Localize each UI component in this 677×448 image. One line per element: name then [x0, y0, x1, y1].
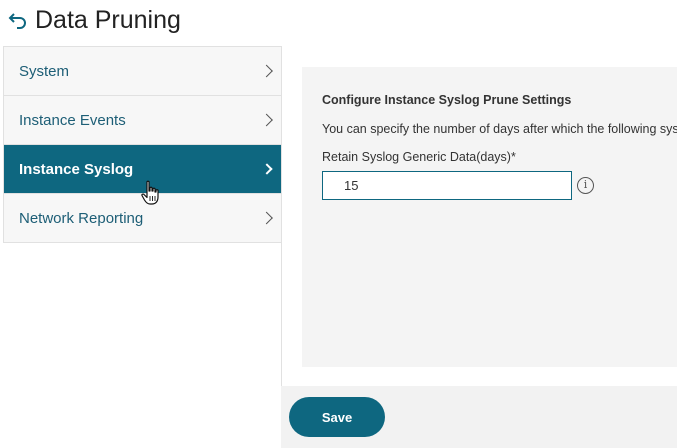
- data-pruning-page: Data Pruning System Instance Events Inst…: [0, 0, 677, 448]
- save-button[interactable]: Save: [289, 397, 385, 437]
- sidebar-item-label: Instance Syslog: [19, 160, 134, 178]
- chevron-right-icon: [261, 163, 273, 175]
- footer-bar: Save: [281, 386, 677, 448]
- sidebar-item-instance-syslog[interactable]: Instance Syslog: [4, 145, 281, 194]
- sidebar-item-label: Instance Events: [19, 111, 126, 129]
- info-icon[interactable]: i: [577, 177, 594, 194]
- chevron-right-icon: [260, 113, 273, 127]
- page-title: Data Pruning: [35, 6, 181, 34]
- settings-card: Configure Instance Syslog Prune Settings…: [302, 67, 677, 367]
- sidebar-item-instance-events[interactable]: Instance Events: [4, 96, 281, 145]
- card-heading: Configure Instance Syslog Prune Settings: [322, 93, 572, 107]
- sidebar-item-network-reporting[interactable]: Network Reporting: [4, 194, 281, 242]
- sidebar-item-label: Network Reporting: [19, 209, 144, 227]
- back-arrow-icon[interactable]: [5, 10, 27, 32]
- sidebar-item-label: System: [19, 62, 70, 80]
- card-description: You can specify the number of days after…: [322, 122, 677, 136]
- sidebar-item-system[interactable]: System: [4, 47, 281, 96]
- retain-days-input[interactable]: [322, 171, 572, 200]
- retain-days-label: Retain Syslog Generic Data(days)*: [322, 150, 516, 164]
- page-header: Data Pruning: [0, 0, 677, 44]
- sidebar: System Instance Events Instance Syslog N…: [3, 46, 281, 243]
- chevron-right-icon: [260, 211, 273, 225]
- chevron-right-icon: [260, 64, 273, 78]
